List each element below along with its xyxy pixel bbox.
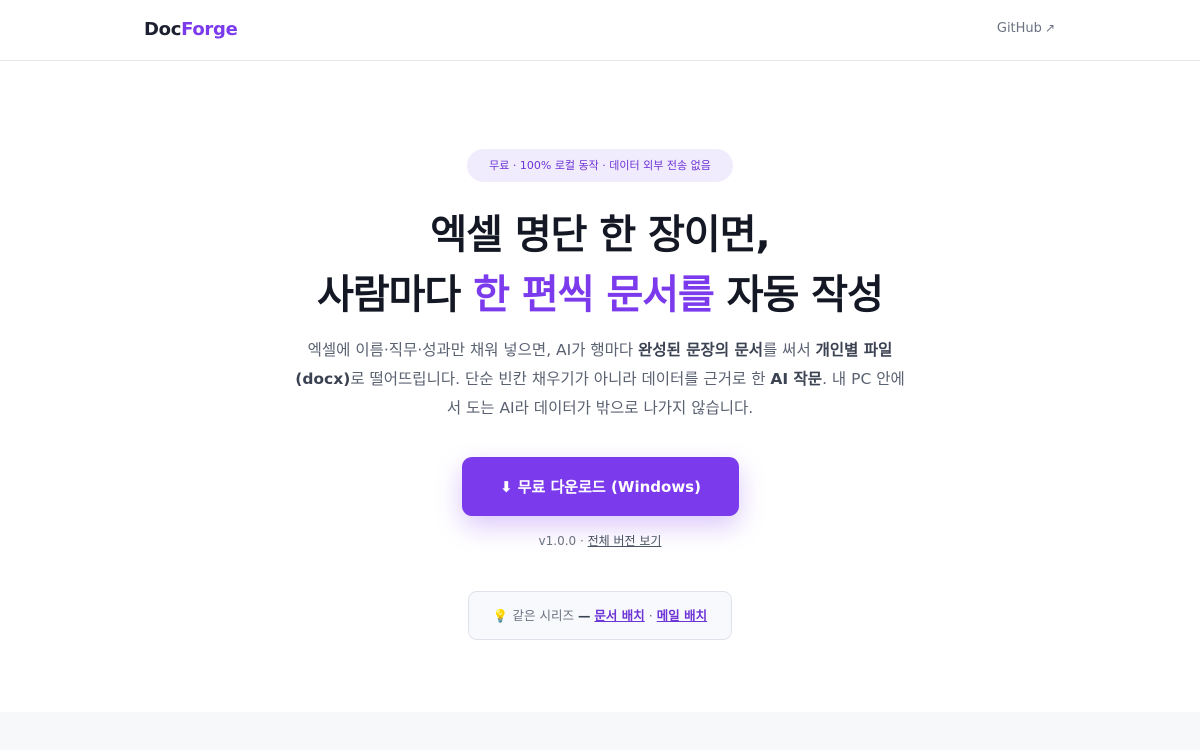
github-label: GitHub (996, 21, 1042, 36)
desc-text-1: 엑셀에 이름·직무·성과만 채워 넣으면, AI가 행마다 (307, 341, 639, 359)
desc-bold-1: 완성된 문장의 문서 (638, 341, 763, 359)
hero-title-line2-pre: 사람마다 (317, 272, 474, 318)
hero-description: 엑셀에 이름·직무·성과만 채워 넣으면, AI가 행마다 완성된 문장의 문서… (290, 336, 910, 423)
series-dash: — (577, 608, 591, 623)
logo-part-doc: Doc (144, 19, 182, 40)
series-box: 💡 같은 시리즈 — 문서 배치 · 메일 배치 (468, 591, 732, 640)
desc-text-2: 를 써서 (763, 341, 816, 359)
hero-title-line2-post: 자동 작성 (713, 272, 884, 318)
desc-text-3: 로 떨어뜨립니다. 단순 빈칸 채우기가 아니라 데이터를 근거로 한 (350, 370, 771, 388)
series-separator: · (648, 608, 653, 623)
external-link-icon: ↗ (1044, 21, 1055, 35)
logo[interactable]: DocForge (144, 19, 238, 40)
version-info: v1.0.0 · 전체 버전 보기 (0, 532, 1200, 549)
next-section-band (0, 712, 1200, 750)
github-link[interactable]: GitHub ↗ (997, 21, 1055, 36)
mail-batch-link[interactable]: 메일 배치 (657, 608, 707, 623)
desc-bold-3: AI 작문 (770, 370, 823, 388)
feature-badge: 무료 · 100% 로컬 동작 · 데이터 외부 전송 없음 (467, 149, 733, 182)
doc-batch-link[interactable]: 문서 배치 (594, 608, 644, 623)
lightbulb-icon: 💡 (492, 608, 509, 623)
all-versions-link[interactable]: 전체 버전 보기 (588, 534, 662, 548)
logo-part-forge: Forge (181, 19, 238, 40)
hero-title-highlight: 한 편씩 문서를 (473, 272, 715, 318)
download-button[interactable]: ⬇ 무료 다운로드 (Windows) (462, 457, 739, 516)
hero-title-line1: 엑셀 명단 한 장이면, (430, 212, 770, 258)
top-nav: DocForge GitHub ↗ (0, 0, 1200, 61)
version-text: v1.0.0 · (538, 534, 588, 548)
series-label: 같은 시리즈 (512, 608, 578, 623)
hero-title-line2: 사람마다 한 편씩 문서를 자동 작성 (0, 262, 1200, 320)
